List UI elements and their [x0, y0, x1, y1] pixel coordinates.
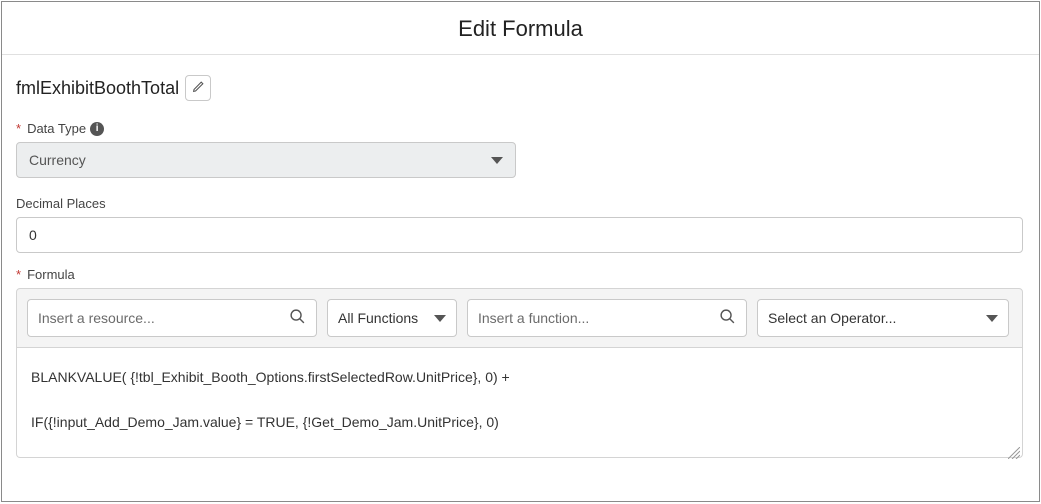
insert-resource-placeholder: Insert a resource... — [38, 310, 155, 326]
edit-formula-panel: Edit Formula fmlExhibitBoothTotal Data T… — [1, 1, 1040, 502]
pencil-icon — [192, 80, 205, 96]
decimal-places-input[interactable] — [16, 217, 1023, 253]
panel-content: fmlExhibitBoothTotal Data Type i Currenc… — [2, 55, 1039, 458]
select-operator-placeholder: Select an Operator... — [768, 310, 896, 326]
edit-name-button[interactable] — [185, 75, 211, 101]
decimal-places-label: Decimal Places — [16, 196, 1025, 211]
insert-resource-combo[interactable]: Insert a resource... — [27, 299, 317, 337]
insert-function-placeholder: Insert a function... — [478, 310, 589, 326]
chevron-down-icon — [986, 315, 998, 322]
panel-title: Edit Formula — [2, 2, 1039, 55]
formula-editor[interactable]: BLANKVALUE( {!tbl_Exhibit_Booth_Options.… — [16, 348, 1023, 458]
search-icon — [719, 308, 736, 328]
formula-name-row: fmlExhibitBoothTotal — [16, 75, 1025, 101]
resize-handle-icon[interactable] — [1008, 443, 1020, 455]
formula-text: BLANKVALUE( {!tbl_Exhibit_Booth_Options.… — [31, 369, 510, 430]
all-functions-select[interactable]: All Functions — [327, 299, 457, 337]
search-icon — [289, 308, 306, 328]
chevron-down-icon — [434, 315, 446, 322]
data-type-select[interactable]: Currency — [16, 142, 516, 178]
select-operator-combo[interactable]: Select an Operator... — [757, 299, 1009, 337]
chevron-down-icon — [491, 157, 503, 164]
formula-name: fmlExhibitBoothTotal — [16, 78, 179, 99]
data-type-label: Data Type i — [16, 121, 1025, 136]
all-functions-label: All Functions — [338, 310, 418, 326]
info-icon[interactable]: i — [90, 122, 104, 136]
insert-function-combo[interactable]: Insert a function... — [467, 299, 747, 337]
formula-toolbar: Insert a resource... All Functions Inser… — [16, 288, 1023, 348]
data-type-value: Currency — [29, 152, 86, 168]
formula-label: Formula — [16, 267, 1025, 282]
